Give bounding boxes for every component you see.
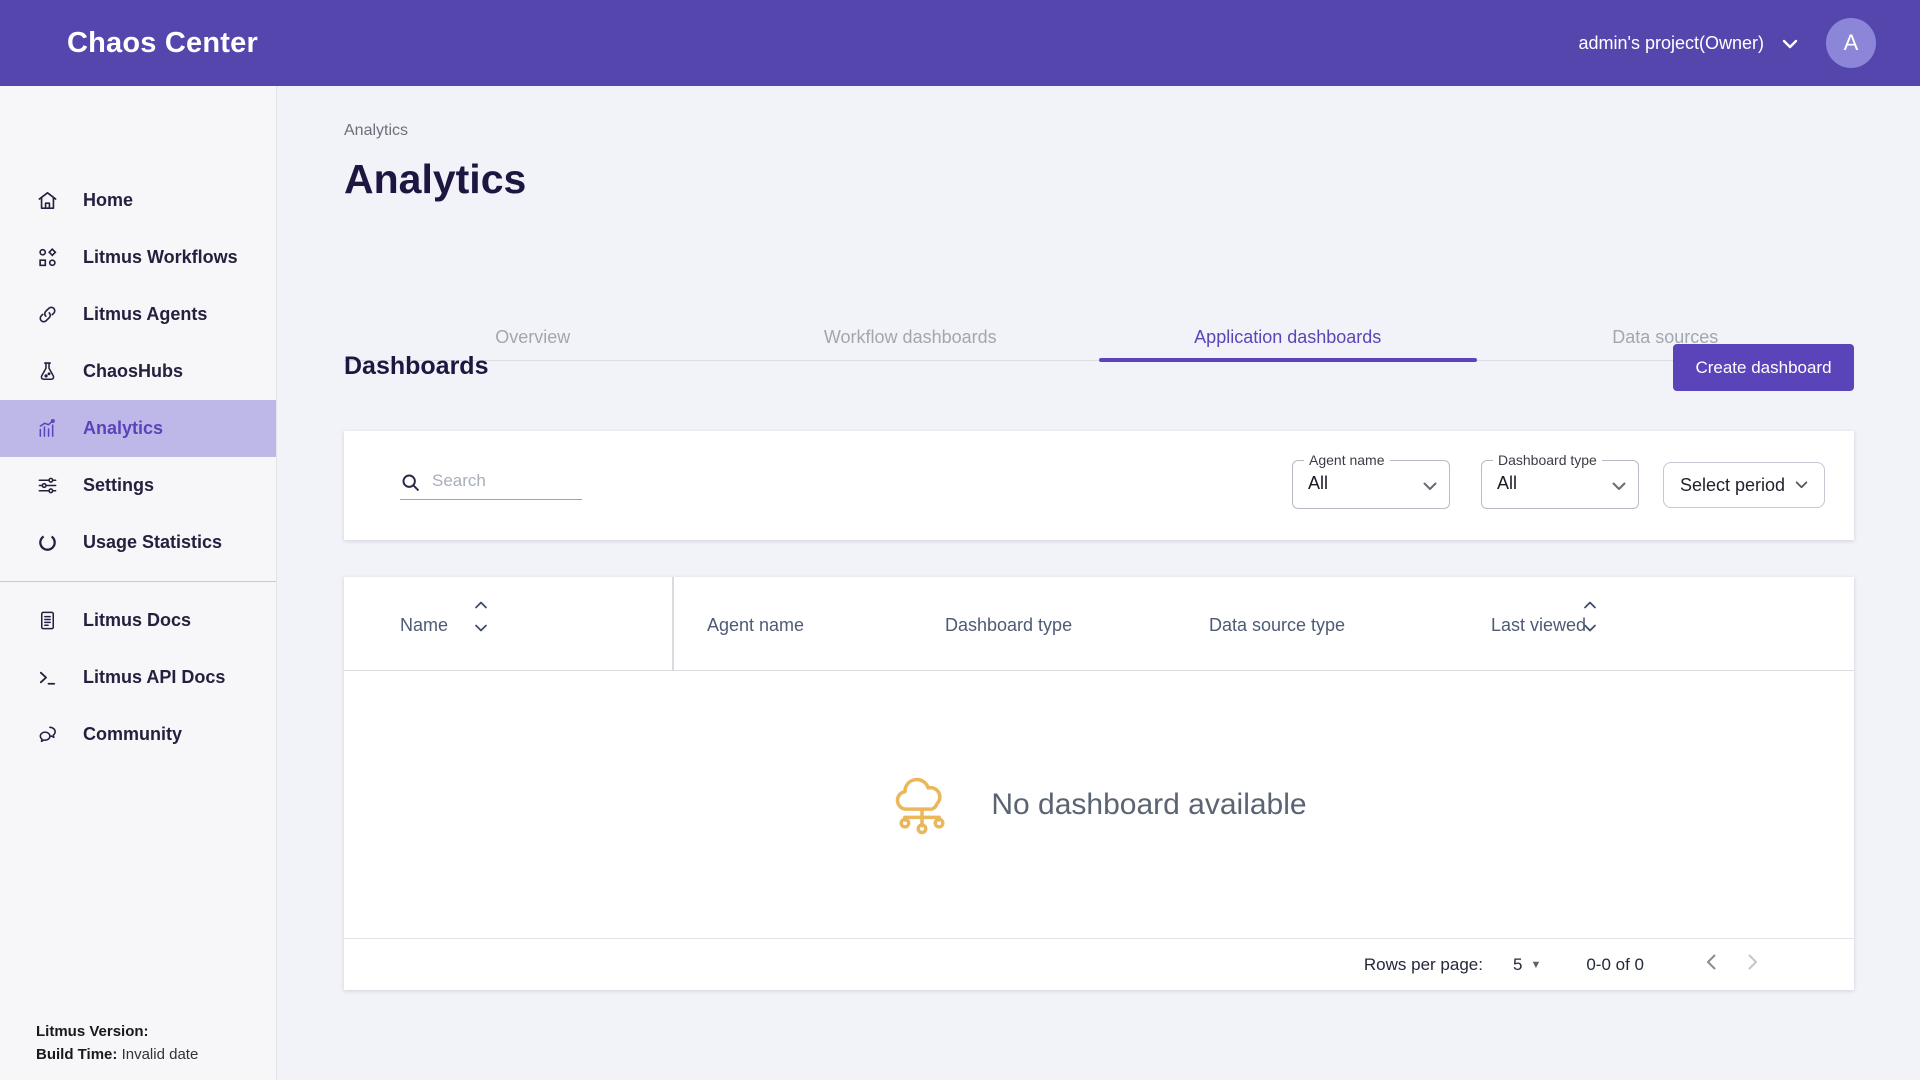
column-header-name: Name: [400, 615, 448, 636]
project-selector-label: admin's project(Owner): [1579, 33, 1765, 54]
sidebar-item-label: ChaosHubs: [83, 361, 183, 382]
table-header-row: Name Agent name Dashboard type Data sour…: [344, 577, 1854, 671]
select-period-label: Select period: [1680, 475, 1785, 496]
sidebar-item-home[interactable]: Home: [0, 172, 276, 229]
pagination-range: 0-0 of 0: [1586, 955, 1644, 975]
rows-per-page-label: Rows per page:: [1364, 955, 1483, 975]
version-label: Litmus Version:: [36, 1023, 149, 1040]
flask-icon: [36, 360, 59, 383]
sidebar-item-label: Settings: [83, 475, 154, 496]
empty-message: No dashboard available: [991, 788, 1306, 822]
sliders-icon: [36, 474, 59, 497]
caret-down-icon: ▼: [1530, 959, 1541, 971]
sidebar-item-litmus-agents[interactable]: Litmus Agents: [0, 286, 276, 343]
avatar-initial: A: [1844, 30, 1859, 56]
sort-desc-icon[interactable]: [1583, 624, 1597, 632]
sort-asc-icon[interactable]: [1583, 601, 1597, 609]
sidebar-item-chaoshubs[interactable]: ChaosHubs: [0, 343, 276, 400]
sidebar-item-label: Litmus Workflows: [83, 247, 238, 268]
column-header-agent-name: Agent name: [707, 615, 804, 636]
chevron-right-icon: [1748, 954, 1758, 970]
column-header-last-viewed: Last viewed: [1491, 615, 1586, 636]
chevron-down-icon: [1612, 478, 1626, 496]
create-dashboard-button[interactable]: Create dashboard: [1673, 344, 1854, 391]
dashboard-type-select-value: All: [1497, 473, 1517, 494]
next-page-button[interactable]: [1732, 953, 1774, 976]
ring-icon: [36, 531, 59, 554]
sidebar-item-label: Community: [83, 724, 182, 745]
chevron-left-icon: [1706, 954, 1716, 970]
breadcrumb: Analytics: [344, 122, 408, 140]
chevron-down-icon: [1782, 33, 1798, 54]
sidebar-item-label: Usage Statistics: [83, 532, 222, 553]
section-header: Dashboards Create dashboard: [344, 344, 1854, 391]
build-time-label: Build Time:: [36, 1046, 117, 1063]
bar-chart-icon: [36, 417, 59, 440]
previous-page-button[interactable]: [1690, 953, 1732, 976]
sidebar-item-community[interactable]: Community: [0, 706, 276, 763]
sidebar-item-label: Analytics: [83, 418, 163, 439]
workflows-icon: [36, 246, 59, 269]
sort-asc-icon[interactable]: [474, 601, 488, 609]
sidebar-item-label: Litmus API Docs: [83, 667, 225, 688]
chevron-down-icon: [1423, 478, 1437, 496]
sidebar-divider: [0, 581, 276, 582]
sidebar-item-litmus-workflows[interactable]: Litmus Workflows: [0, 229, 276, 286]
sort-desc-icon[interactable]: [474, 624, 488, 632]
empty-state: No dashboard available: [344, 671, 1854, 938]
chevron-down-icon: [1795, 481, 1808, 489]
sort-control-name: [474, 601, 490, 632]
rows-per-page-value: 5: [1513, 955, 1522, 975]
home-icon: [36, 189, 59, 212]
avatar[interactable]: A: [1826, 18, 1876, 68]
agent-name-select-label: Agent name: [1304, 452, 1390, 468]
sort-control-last-viewed: [1583, 601, 1599, 632]
sidebar-item-litmus-docs[interactable]: Litmus Docs: [0, 592, 276, 649]
sidebar-item-label: Litmus Docs: [83, 610, 191, 631]
version-info: Litmus Version: Build Time: Invalid date: [36, 1020, 198, 1067]
page-title: Analytics: [344, 156, 526, 203]
sidebar-item-settings[interactable]: Settings: [0, 457, 276, 514]
agent-name-select[interactable]: Agent name All: [1292, 460, 1450, 509]
terminal-icon: [36, 666, 59, 689]
sidebar-item-label: Litmus Agents: [83, 304, 207, 325]
dashboards-table: Name Agent name Dashboard type Data sour…: [344, 577, 1854, 990]
main-content: Analytics Analytics Overview Workflow da…: [277, 86, 1920, 1080]
sidebar-item-analytics[interactable]: Analytics: [0, 400, 276, 457]
sidebar-item-litmus-api-docs[interactable]: Litmus API Docs: [0, 649, 276, 706]
search-icon: [400, 472, 421, 493]
sidebar: Home Litmus Workflows Litmus Agents Chao…: [0, 86, 277, 1080]
rows-per-page-select[interactable]: 5 ▼: [1513, 955, 1541, 975]
column-divider: [672, 577, 674, 671]
link-icon: [36, 303, 59, 326]
document-icon: [36, 609, 59, 632]
section-title: Dashboards: [344, 352, 488, 381]
build-time-value: Invalid date: [122, 1046, 199, 1063]
column-header-dashboard-type: Dashboard type: [945, 615, 1072, 636]
project-selector[interactable]: admin's project(Owner): [1579, 33, 1799, 54]
agent-name-select-value: All: [1308, 473, 1328, 494]
pagination-bar: Rows per page: 5 ▼ 0-0 of 0: [344, 938, 1854, 990]
dashboard-type-select-label: Dashboard type: [1493, 452, 1602, 468]
select-period-button[interactable]: Select period: [1663, 462, 1825, 508]
dashboard-type-select[interactable]: Dashboard type All: [1481, 460, 1639, 509]
cloud-network-icon: [891, 774, 953, 836]
chat-bubbles-icon: [36, 723, 59, 746]
sidebar-item-label: Home: [83, 190, 133, 211]
filter-bar: Agent name All Dashboard type All Select…: [344, 431, 1854, 540]
search-input[interactable]: [400, 467, 582, 500]
app-header: Chaos Center admin's project(Owner) A: [0, 0, 1920, 86]
sidebar-item-usage-statistics[interactable]: Usage Statistics: [0, 514, 276, 571]
column-header-data-source-type: Data source type: [1209, 615, 1345, 636]
app-title: Chaos Center: [67, 27, 258, 60]
